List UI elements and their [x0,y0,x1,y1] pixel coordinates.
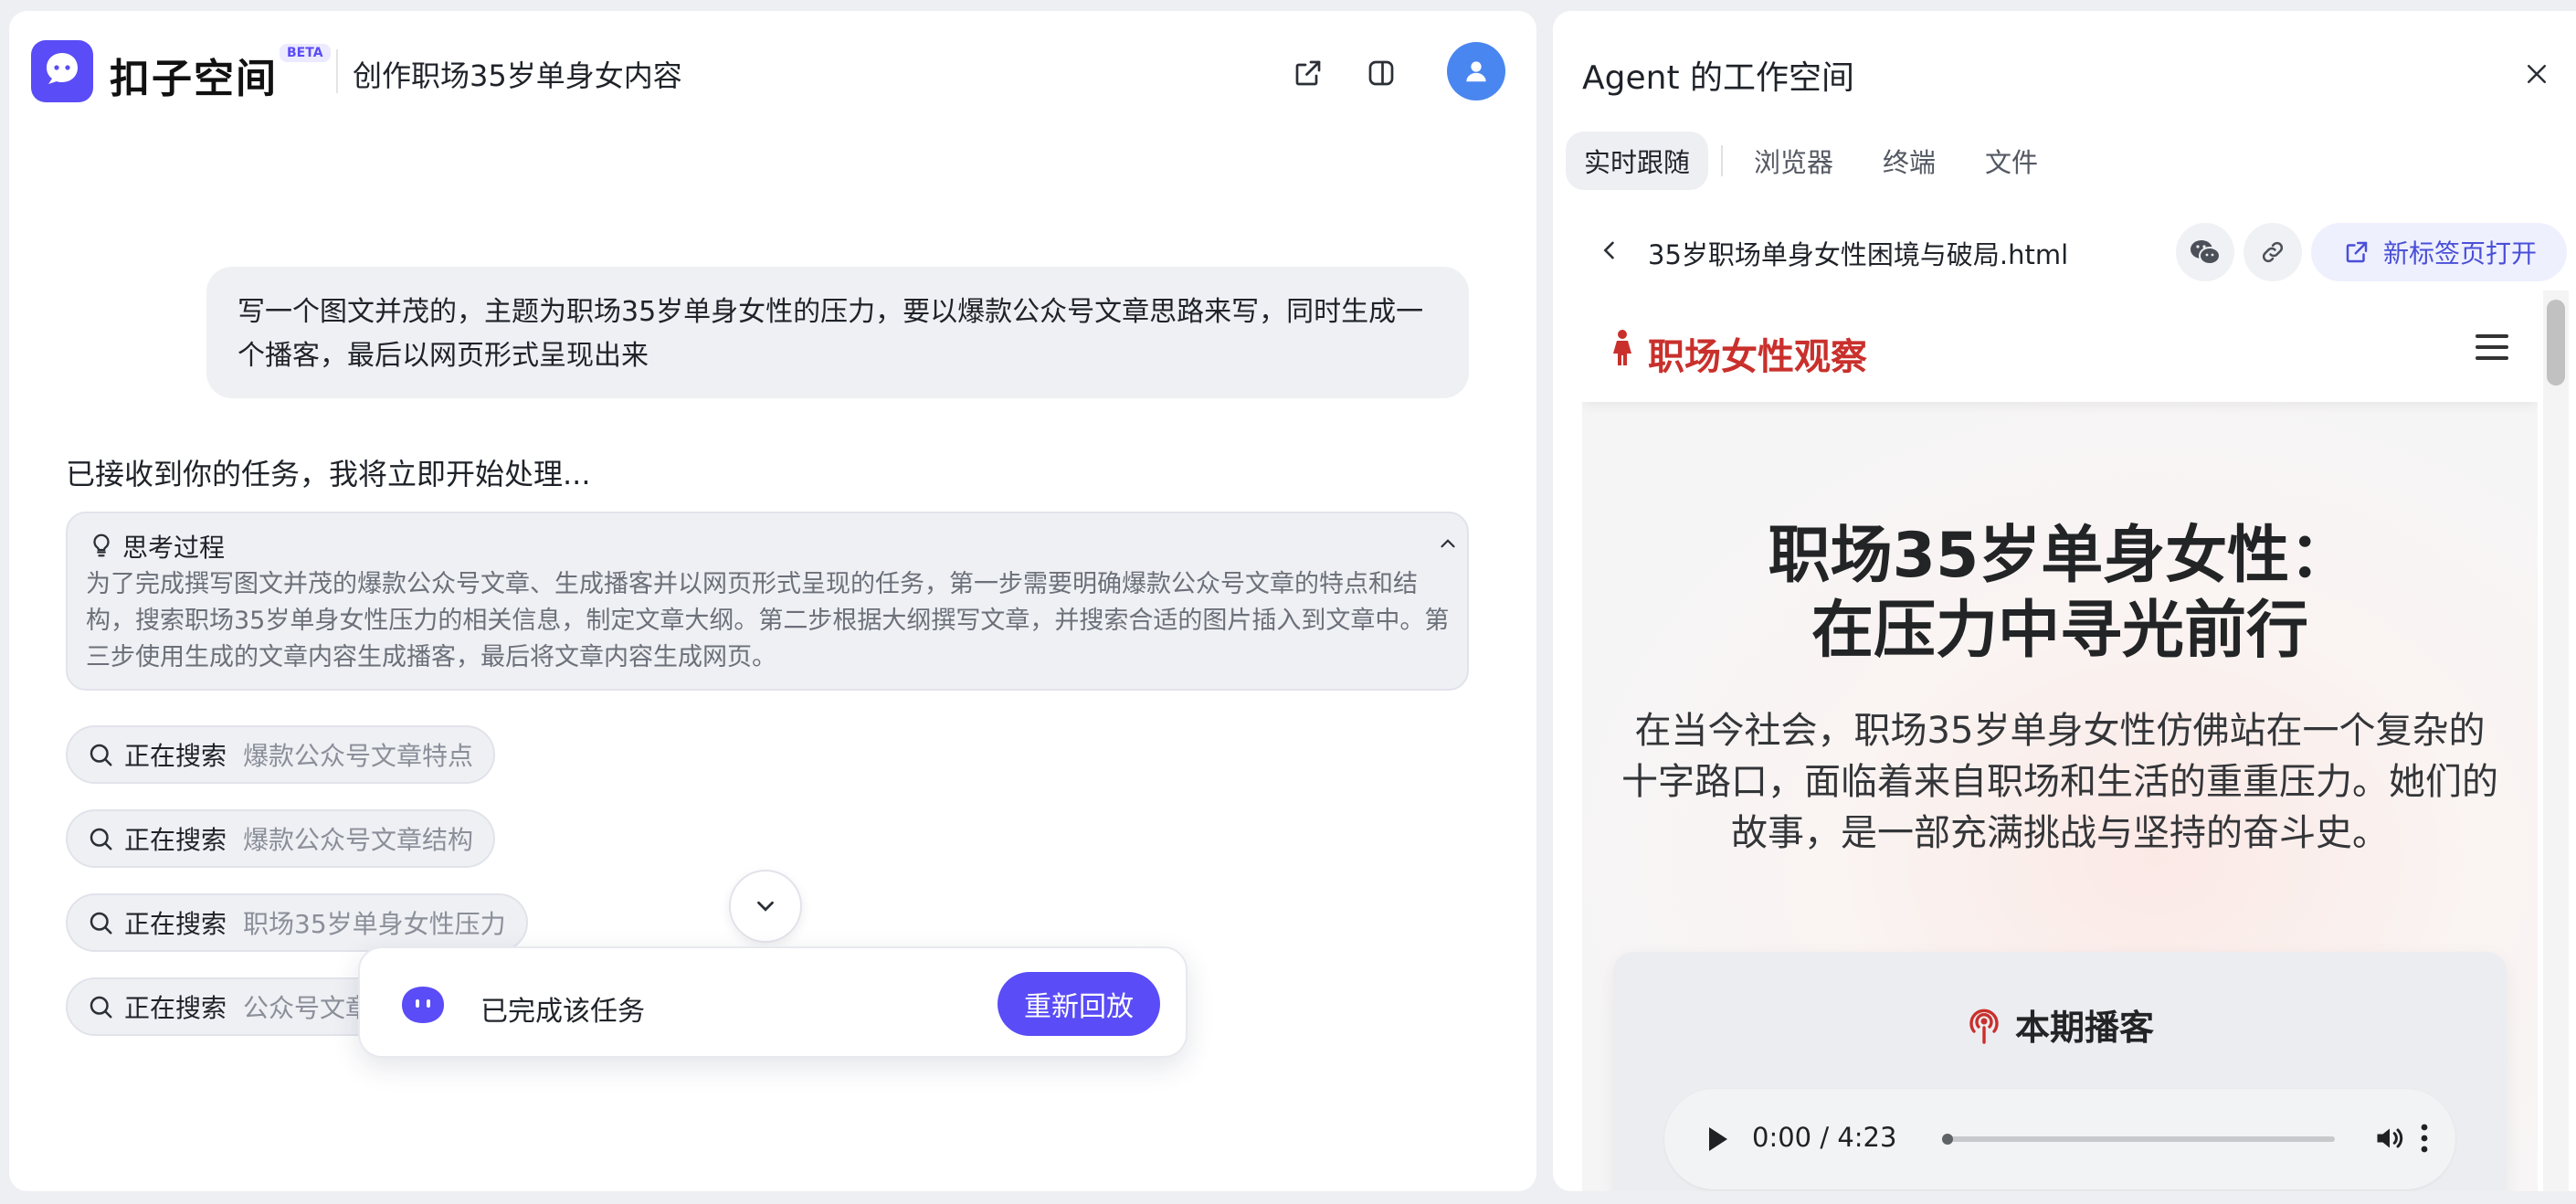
podcast-header: 本期播客 [1613,999,2507,1050]
preview-scrollbar-thumb[interactable] [2547,300,2565,385]
thinking-title: 思考过程 [122,533,226,563]
search-chip[interactable]: 正在搜索 爆款公众号文章特点 [66,725,496,784]
logo-text: 扣子空间 [110,56,278,102]
tab-browser[interactable]: 浏览器 [1736,132,1852,190]
site-navbar: 职场女性观察 [1582,290,2538,402]
search-chip-label: 正在搜索 [124,909,227,939]
chevron-down-icon [757,901,774,912]
search-chip[interactable]: 正在搜索 职场35岁单身女性压力 [66,893,528,952]
search-chip-label: 正在搜索 [124,825,227,855]
search-chip-label: 正在搜索 [124,993,227,1023]
audio-progress-handle[interactable] [1942,1134,1953,1145]
split-panel-icon[interactable] [1361,53,1401,93]
thinking-panel: 思考过程 为了完成撰写图文并茂的爆款公众号文章、生成播客并以网页形式呈现的任务，… [66,512,1469,691]
share-icon[interactable] [1288,53,1328,93]
task-title: 创作职场35岁单身女内容 [353,58,682,93]
avatar[interactable] [1447,42,1505,100]
hero-description: 在当今社会，职场35岁单身女性仿佛站在一个复杂的十字路口，面临着来自职场和生活的… [1621,710,2498,854]
external-link-icon [2341,237,2372,268]
tab-live-follow[interactable]: 实时跟随 [1566,132,1709,190]
close-icon[interactable] [2519,57,2554,91]
tab-files[interactable]: 文件 [1967,132,2056,190]
hamburger-menu-icon[interactable] [2474,331,2510,364]
wechat-icon [2191,240,2221,265]
scroll-down-button[interactable] [729,870,802,943]
search-icon [84,822,117,855]
lightbulb-icon [86,530,117,561]
podcast-icon [1966,1004,2002,1046]
link-icon [2262,241,2284,263]
hero-title-line2: 在压力中寻光前行 [1811,595,2308,667]
thinking-body: 为了完成撰写图文并茂的爆款公众号文章、生成播客并以网页形式呈现的任务，第一步需要… [86,570,1450,671]
audio-player[interactable]: 0:00 / 4:23 [1664,1089,2455,1189]
woman-icon [1610,329,1635,367]
search-chip-query: 职场35岁单身女性压力 [243,909,506,939]
replay-button[interactable]: 重新回放 [998,972,1160,1036]
wechat-share-button[interactable] [2176,223,2234,281]
tab-terminal[interactable]: 终端 [1864,132,1954,190]
user-icon [1466,61,1486,82]
search-icon [84,738,117,771]
hero-title: 职场35岁单身女性： 在压力中寻光前行 [1582,519,2538,669]
file-bar: 35岁职场单身女性困境与破局.html 新标签页打开 [1553,214,2576,289]
workspace-title: Agent 的工作空间 [1582,59,1855,97]
hero-section: 职场35岁单身女性： 在压力中寻光前行 在当今社会，职场35岁单身女性仿佛站在一… [1582,402,2538,1191]
chevron-left-icon[interactable] [1593,234,1626,267]
workspace-tabs: 实时跟随 浏览器 终端 文件 [1566,132,2056,190]
assistant-ack: 已接收到你的任务，我将立即开始处理... [66,457,591,491]
audio-time: 0:00 / 4:23 [1752,1122,1897,1153]
chat-header: 扣子空间 BETA 创作职场35岁单身女内容 [9,11,1536,130]
tab-divider [1721,145,1724,176]
search-chip-label: 正在搜索 [124,741,227,771]
agent-workspace-panel: Agent 的工作空间 实时跟随 浏览器 终端 文件 35岁职场单身女性困境与破… [1553,11,2576,1191]
beta-badge: BETA [280,44,331,62]
html-preview[interactable]: 职场女性观察 职场35岁单身女性： 在压力中寻光前行 在当今社会，职场35岁单身… [1582,290,2538,1191]
user-message: 写一个图文并茂的，主题为职场35岁单身女性的压力，要以爆款公众号文章思路来写，同… [206,267,1469,398]
search-chip-query: 爆款公众号文章结构 [243,825,474,855]
task-status-bar: 已完成该任务 重新回放 [358,946,1188,1058]
chat-panel: 扣子空间 BETA 创作职场35岁单身女内容 写一个图文并茂的，主题为职场35岁… [9,11,1536,1191]
hero-title-line1: 职场35岁单身女性： [1768,520,2352,592]
logo-icon [31,40,93,102]
search-chip[interactable]: 正在搜索 爆款公众号文章结构 [66,809,496,868]
search-icon [84,990,117,1023]
file-name: 35岁职场单身女性困境与破局.html [1648,239,2069,270]
search-icon [84,906,117,939]
search-chip-query: 爆款公众号文章特点 [243,741,474,771]
volume-icon[interactable] [2371,1120,2408,1156]
podcast-title: 本期播客 [2014,1008,2154,1048]
bot-icon [398,985,448,1025]
chevron-up-icon[interactable] [1432,528,1463,559]
header-divider [336,49,338,93]
preview-scrollbar[interactable] [2543,290,2569,1191]
play-icon[interactable] [1701,1122,1734,1156]
task-status-text: 已完成该任务 [480,996,645,1028]
open-new-tab-button[interactable]: 新标签页打开 [2311,223,2567,281]
audio-progress-track[interactable] [1944,1136,2335,1142]
podcast-card: 本期播客 0:00 / 4:23 [1613,952,2507,1191]
site-name: 职场女性观察 [1648,336,1867,378]
copy-link-button[interactable] [2243,223,2302,281]
open-new-tab-label: 新标签页打开 [2382,238,2537,269]
more-vertical-icon[interactable] [2415,1120,2433,1156]
